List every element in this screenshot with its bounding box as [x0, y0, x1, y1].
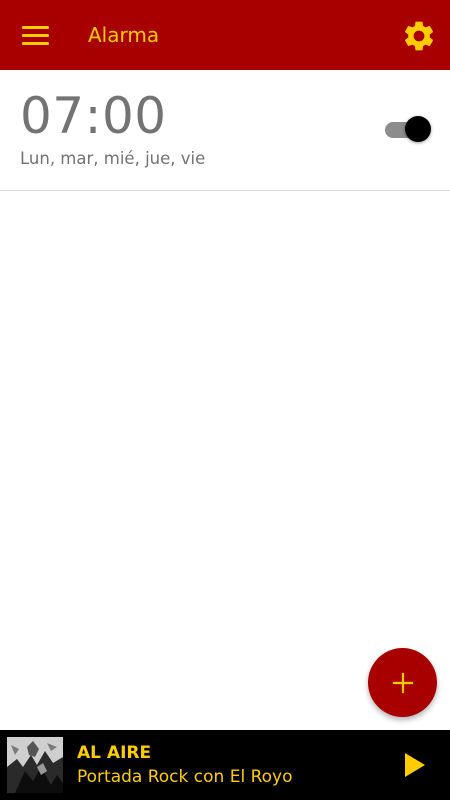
- plus-icon: [392, 672, 413, 693]
- alarm-days: Lun, mar, mié, jue, vie: [20, 149, 206, 168]
- album-cover-image: [7, 737, 63, 793]
- toggle-thumb: [405, 116, 431, 142]
- player-status-label: AL AIRE: [77, 743, 152, 763]
- alarm-time: 07:00: [20, 87, 167, 145]
- gear-icon[interactable]: [400, 17, 438, 55]
- toolbar: Alarma: [0, 0, 450, 70]
- play-icon[interactable]: [400, 750, 430, 780]
- alarm-screen: Alarma 07:00 Lun, mar, mié, jue, vie AL …: [0, 0, 450, 800]
- add-alarm-button[interactable]: [368, 648, 437, 717]
- page-title: Alarma: [88, 23, 160, 47]
- alarm-enabled-toggle[interactable]: [385, 116, 431, 142]
- alarm-list-item[interactable]: 07:00 Lun, mar, mié, jue, vie: [0, 70, 450, 191]
- hamburger-menu-icon[interactable]: [0, 0, 70, 70]
- player-show-title: Portada Rock con El Royo: [77, 767, 293, 787]
- now-playing-bar[interactable]: AL AIRE Portada Rock con El Royo: [0, 730, 450, 800]
